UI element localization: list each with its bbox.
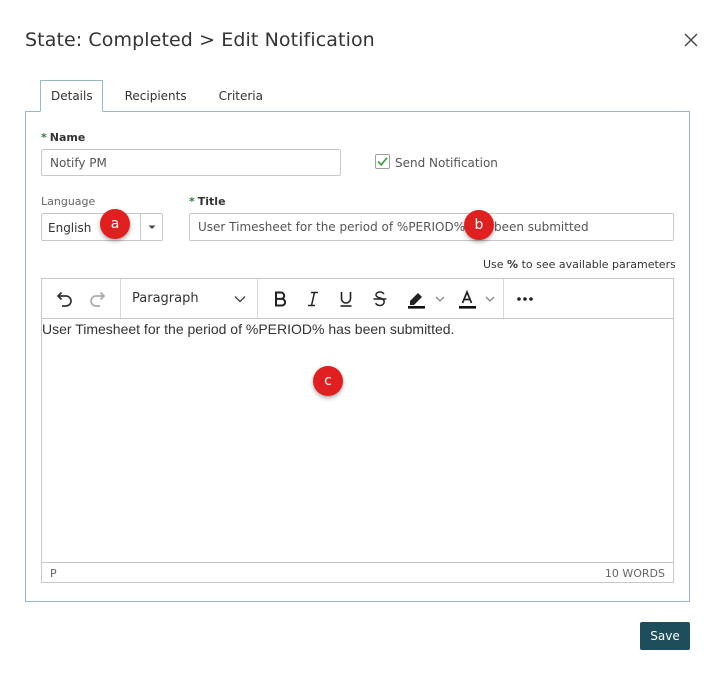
toolbar-divider — [503, 279, 504, 318]
italic-button[interactable] — [301, 287, 325, 311]
checkmark-icon — [377, 157, 388, 167]
underline-icon — [340, 292, 352, 307]
required-marker: * — [189, 195, 195, 208]
block-format-value: Paragraph — [132, 291, 199, 306]
dialog-title: State: Completed > Edit Notification — [25, 29, 375, 51]
highlight-button[interactable] — [403, 287, 429, 311]
annotation-marker-b: b — [464, 210, 494, 240]
annotation-marker-c: c — [313, 366, 343, 396]
more-icon — [517, 297, 533, 301]
tab-recipients[interactable]: Recipients — [103, 80, 203, 112]
editor-toolbar: Paragraph — [42, 279, 673, 319]
close-button[interactable] — [681, 30, 701, 50]
strikethrough-icon — [373, 291, 387, 307]
tab-criteria[interactable]: Criteria — [203, 80, 277, 112]
caret-down-icon — [148, 225, 156, 229]
text-color-icon — [459, 289, 476, 309]
title-label: * Title — [189, 195, 226, 208]
toolbar-divider — [120, 279, 121, 318]
close-icon — [684, 33, 698, 47]
language-label: Language — [41, 195, 96, 208]
editor-content[interactable]: User Timesheet for the period of %PERIOD… — [42, 321, 673, 337]
save-button[interactable]: Save — [640, 622, 690, 650]
parameters-hint: Use % to see available parameters — [483, 258, 676, 271]
tab-details[interactable]: Details — [40, 80, 103, 112]
annotation-marker-a: a — [100, 209, 130, 239]
bold-icon — [275, 291, 287, 307]
send-notification-checkbox[interactable] — [375, 154, 390, 169]
name-label: * Name — [41, 131, 86, 144]
language-value: English — [48, 221, 92, 235]
chevron-down-icon — [234, 296, 246, 303]
element-path[interactable]: P — [50, 567, 57, 580]
name-input[interactable]: Notify PM — [41, 149, 341, 176]
text-color-button[interactable] — [454, 287, 480, 311]
redo-button[interactable] — [86, 287, 110, 311]
send-notification-label: Send Notification — [395, 156, 498, 170]
italic-icon — [308, 291, 318, 307]
chevron-down-icon[interactable] — [484, 293, 496, 305]
underline-button[interactable] — [334, 287, 358, 311]
chevron-down-icon[interactable] — [434, 293, 446, 305]
undo-icon — [56, 291, 72, 307]
tab-bar: Details Recipients Criteria — [40, 80, 277, 112]
language-dropdown-toggle[interactable] — [140, 214, 162, 240]
word-count: 10 WORDS — [604, 567, 665, 580]
title-input[interactable]: User Timesheet for the period of %PERIOD… — [189, 213, 674, 241]
strikethrough-button[interactable] — [368, 287, 392, 311]
editor-status-bar: P 10 WORDS — [42, 562, 673, 582]
bold-button[interactable] — [268, 287, 292, 311]
highlight-icon — [408, 293, 425, 309]
redo-icon — [90, 291, 106, 307]
more-button[interactable] — [513, 287, 537, 311]
toolbar-divider — [257, 279, 258, 318]
required-marker: * — [41, 131, 47, 144]
undo-button[interactable] — [52, 287, 76, 311]
rich-text-editor: Paragraph User Timesheet for the period … — [41, 278, 674, 583]
